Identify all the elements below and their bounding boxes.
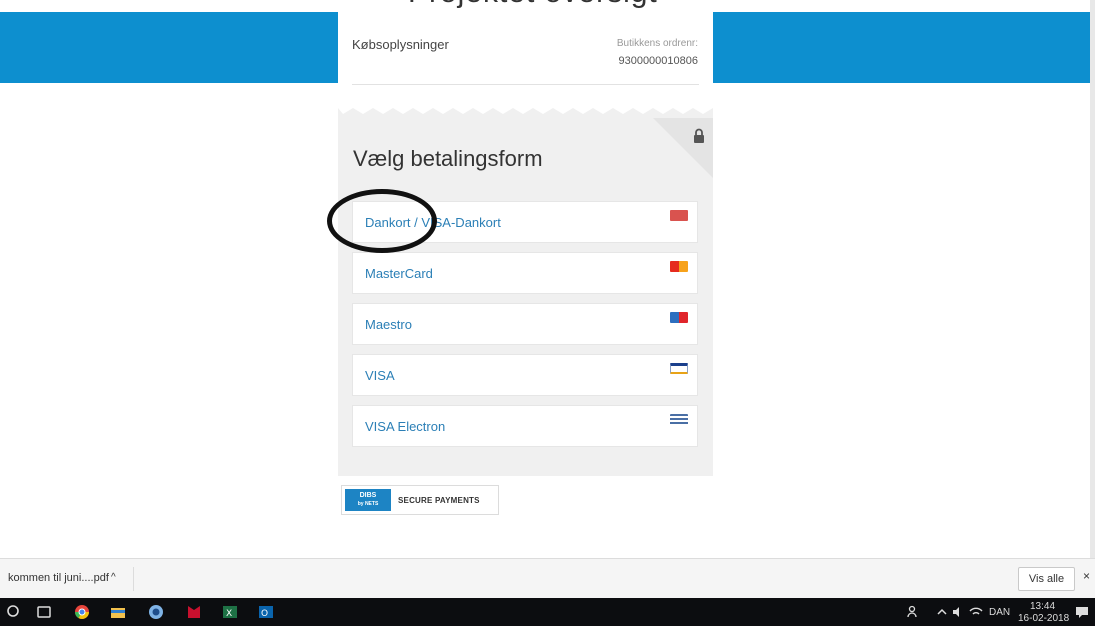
divider — [352, 84, 699, 85]
purchase-info-label: Købsoplysninger — [352, 37, 449, 52]
visa-electron-card-icon — [670, 414, 688, 425]
receipt-torn-edge — [338, 104, 713, 118]
payment-option-label: VISA — [365, 368, 395, 383]
clock-time[interactable]: 13:44 — [1030, 601, 1055, 612]
payment-option-visa-electron[interactable]: VISA Electron — [352, 405, 698, 447]
taskbar: X O DAN 13:44 16-02-2018 — [0, 598, 1095, 626]
panel-corner — [653, 118, 713, 178]
chrome-icon[interactable] — [74, 604, 90, 620]
payment-option-maestro[interactable]: Maestro — [352, 303, 698, 345]
secure-payments-badge: DIBS by NETS SECURE PAYMENTS — [341, 485, 499, 515]
outlook-icon[interactable]: O — [258, 604, 274, 620]
order-number: 9300000010806 — [618, 55, 698, 67]
order-number-label: Butikkens ordrenr: — [616, 38, 698, 49]
download-item[interactable]: kommen til juni....pdf ^ — [0, 567, 134, 591]
show-all-button[interactable]: Vis alle — [1018, 567, 1075, 591]
wifi-icon[interactable] — [968, 604, 984, 620]
payment-option-mastercard[interactable]: MasterCard — [352, 252, 698, 294]
volume-icon[interactable] — [950, 604, 966, 620]
mastercard-card-icon — [670, 261, 688, 272]
lock-icon — [694, 128, 704, 143]
download-file-name: kommen til juni....pdf — [8, 572, 109, 584]
download-bar: kommen til juni....pdf ^ Vis alle × — [0, 558, 1095, 598]
clock-date[interactable]: 16-02-2018 — [1018, 613, 1069, 624]
secure-payments-text: SECURE PAYMENTS — [398, 496, 480, 505]
task-view-icon[interactable] — [36, 604, 52, 620]
annotation-circle — [327, 189, 437, 253]
maestro-card-icon — [670, 312, 688, 323]
payment-option-visa[interactable]: VISA — [352, 354, 698, 396]
payment-method-panel: Vælg betalingsform Dankort / VISA-Dankor… — [338, 118, 713, 476]
dibs-logo-subtitle: by NETS — [357, 501, 379, 507]
language-indicator[interactable]: DAN — [989, 607, 1010, 618]
notifications-icon[interactable] — [1074, 604, 1090, 620]
payment-option-label: MasterCard — [365, 266, 433, 281]
payment-option-label: Maestro — [365, 317, 412, 332]
order-receipt: Projektet oversigt Købsoplysninger Butik… — [338, 0, 713, 112]
svg-text:X: X — [226, 609, 232, 619]
svg-text:O: O — [261, 609, 268, 619]
payment-title: Vælg betalingsform — [353, 146, 543, 171]
browser-icon[interactable] — [148, 604, 164, 620]
page: Projektet oversigt Købsoplysninger Butik… — [0, 0, 1095, 626]
excel-icon[interactable]: X — [222, 604, 238, 620]
visa-card-icon — [670, 363, 688, 374]
mcafee-icon[interactable] — [186, 604, 202, 620]
file-explorer-icon[interactable] — [110, 604, 126, 620]
receipt-title: Projektet oversigt — [408, 0, 658, 10]
dibs-logo-name: DIBS — [359, 492, 377, 499]
chevron-up-icon[interactable]: ^ — [111, 572, 116, 583]
scrollbar[interactable] — [1090, 0, 1095, 560]
dankort-card-icon — [670, 210, 688, 221]
close-icon[interactable]: × — [1083, 569, 1090, 583]
dibs-logo: DIBS by NETS — [345, 489, 391, 511]
people-icon[interactable] — [906, 604, 922, 620]
payment-option-label: VISA Electron — [365, 419, 446, 434]
chevron-up-icon[interactable] — [934, 604, 950, 620]
search-icon[interactable] — [6, 604, 22, 620]
